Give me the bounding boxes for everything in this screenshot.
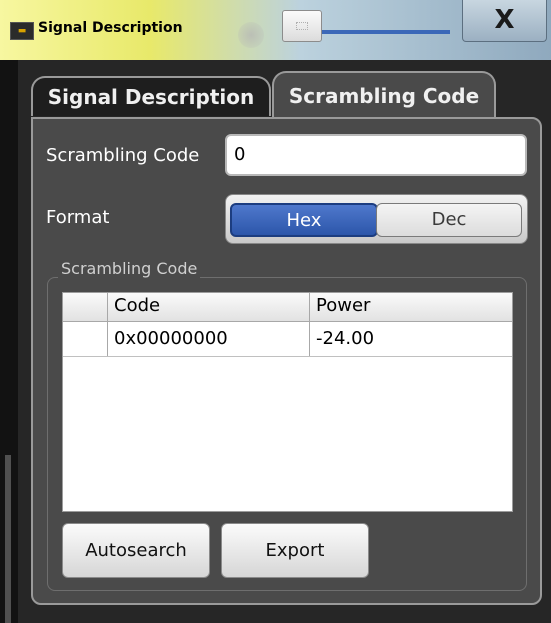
header-cell-power[interactable]: Power bbox=[316, 295, 370, 316]
grip-icon bbox=[296, 22, 308, 30]
scrambling-code-table[interactable]: Code Power 0x00000000 -24.00 bbox=[62, 292, 513, 512]
close-button[interactable]: X bbox=[462, 0, 547, 42]
tab-signal-description[interactable]: Signal Description bbox=[31, 76, 271, 116]
app-icon: ▬ bbox=[10, 22, 34, 40]
tab-scrambling-code[interactable]: Scrambling Code bbox=[272, 71, 496, 117]
transparency-slider-thumb[interactable] bbox=[282, 10, 322, 42]
dialog-window: ▬ Signal Description X Signal Descriptio… bbox=[0, 0, 551, 623]
autosearch-button[interactable]: Autosearch bbox=[62, 523, 210, 578]
format-option-hex[interactable]: Hex bbox=[230, 203, 378, 237]
column-divider bbox=[107, 293, 108, 356]
transparency-slider-track[interactable] bbox=[322, 30, 450, 34]
title-decoration bbox=[238, 22, 264, 48]
frame-edge bbox=[5, 455, 11, 623]
header-cell-code[interactable]: Code bbox=[114, 295, 160, 316]
code-cell: 0x00000000 bbox=[114, 328, 228, 349]
group-title: Scrambling Code bbox=[58, 259, 201, 278]
format-label: Format bbox=[46, 207, 110, 228]
table-header: Code Power bbox=[63, 293, 512, 322]
power-cell: -24.00 bbox=[316, 328, 375, 349]
column-divider bbox=[309, 293, 310, 356]
format-toggle: Hex Dec bbox=[225, 194, 528, 244]
scrambling-code-input[interactable]: 0 bbox=[225, 134, 527, 176]
title-bar[interactable]: ▬ Signal Description X bbox=[0, 0, 551, 60]
format-option-dec[interactable]: Dec bbox=[376, 203, 522, 237]
window-title: Signal Description bbox=[38, 20, 183, 36]
close-icon: X bbox=[494, 5, 515, 35]
row-divider bbox=[63, 356, 512, 357]
scrambling-code-label: Scrambling Code bbox=[46, 145, 200, 166]
export-button[interactable]: Export bbox=[221, 523, 369, 578]
